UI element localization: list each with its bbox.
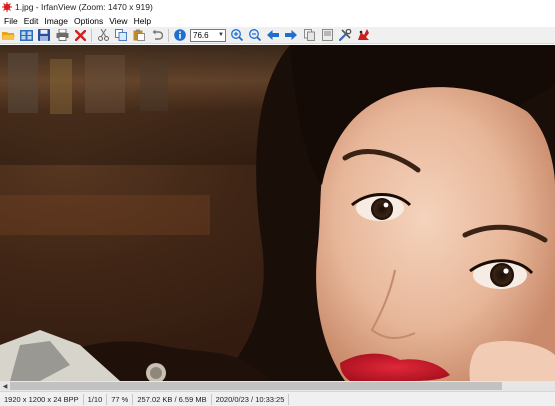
irfanview-logo-icon[interactable] [355, 27, 371, 43]
horizontal-scrollbar[interactable]: ◀ [0, 381, 555, 391]
title-bar: 1.jpg - IrfanView (Zoom: 1470 x 919) [0, 0, 555, 14]
delete-icon[interactable] [72, 27, 88, 43]
save-icon[interactable] [36, 27, 52, 43]
status-image-dimensions: 1920 x 1200 x 24 BPP [0, 393, 84, 405]
next-icon[interactable] [283, 27, 299, 43]
scroll-left-arrow-icon[interactable]: ◀ [0, 381, 10, 391]
status-zoom-percent: 77 % [107, 393, 134, 405]
copy-icon[interactable] [113, 27, 129, 43]
paste-icon[interactable] [131, 27, 147, 43]
zoom-select[interactable]: 76.6 ▼ [190, 28, 226, 42]
slideshow-icon[interactable] [319, 27, 335, 43]
photo-image [0, 45, 555, 381]
irfanview-app-icon[interactable] [2, 2, 12, 12]
cut-icon[interactable] [95, 27, 111, 43]
status-bar: 1920 x 1200 x 24 BPP 1/10 77 % 257.02 KB… [0, 391, 555, 406]
undo-icon[interactable] [149, 27, 165, 43]
zoom-out-icon[interactable] [247, 27, 263, 43]
menu-image[interactable]: Image [41, 16, 71, 26]
menu-edit[interactable]: Edit [21, 16, 42, 26]
thumbnails-icon[interactable] [18, 27, 34, 43]
status-file-index: 1/10 [84, 393, 108, 405]
image-viewport[interactable] [0, 45, 555, 381]
menu-help[interactable]: Help [131, 16, 154, 26]
menu-options[interactable]: Options [71, 16, 106, 26]
open-folder-icon[interactable] [0, 27, 16, 43]
window-title: 1.jpg - IrfanView (Zoom: 1470 x 919) [15, 2, 153, 12]
toolbar-separator [168, 28, 169, 42]
zoom-in-icon[interactable] [229, 27, 245, 43]
menu-bar: File Edit Image Options View Help [0, 14, 555, 27]
scrollbar-thumb[interactable] [10, 382, 502, 390]
menu-file[interactable]: File [1, 16, 21, 26]
status-file-size: 257.02 KB / 6.59 MB [133, 393, 212, 405]
menu-view[interactable]: View [106, 16, 130, 26]
toolbar: 76.6 ▼ [0, 27, 555, 44]
chevron-down-icon[interactable]: ▼ [218, 32, 224, 38]
copy-page-icon[interactable] [301, 27, 317, 43]
status-date-time: 2020/0/23 / 10:33:25 [212, 393, 290, 405]
info-icon[interactable] [172, 27, 188, 43]
toolbar-separator [91, 28, 92, 42]
settings-icon[interactable] [337, 27, 353, 43]
previous-icon[interactable] [265, 27, 281, 43]
print-icon[interactable] [54, 27, 70, 43]
zoom-value: 76.6 [193, 30, 209, 40]
